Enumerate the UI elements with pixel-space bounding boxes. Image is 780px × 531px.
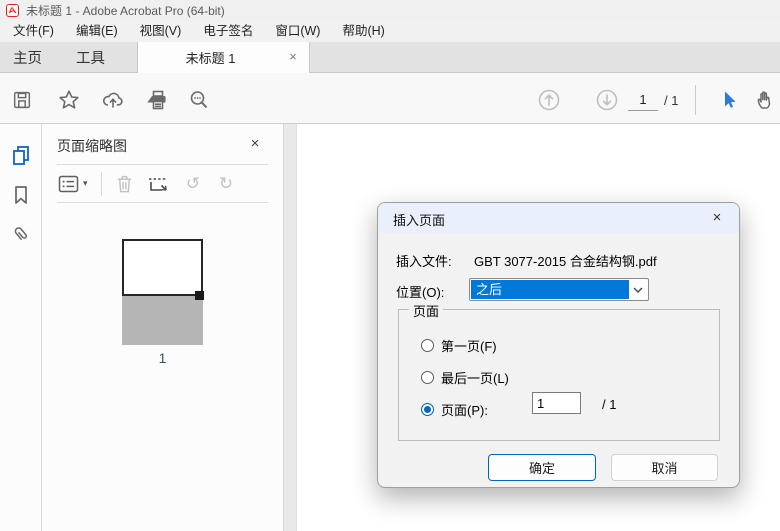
page-thumbnails-icon[interactable]	[10, 144, 32, 166]
page-count-label: / 1	[664, 93, 679, 108]
menu-file[interactable]: 文件(F)	[2, 21, 65, 42]
delete-pages-icon[interactable]	[112, 172, 136, 196]
insert-position-highlight	[122, 296, 203, 345]
panel-title: 页面缩略图	[57, 138, 127, 154]
thumbnail-options-icon[interactable]	[56, 172, 80, 196]
tab-bar: 主页 工具 未标题 1 ×	[0, 42, 780, 73]
tab-tools[interactable]: 工具	[76, 42, 105, 72]
insert-pages-dialog: 插入页面 × 插入文件: GBT 3077-2015 合金结构钢.pdf 位置(…	[377, 202, 740, 488]
page-1-thumbnail[interactable]	[122, 239, 203, 296]
save-icon[interactable]	[9, 87, 35, 113]
navigation-rail	[0, 124, 42, 531]
menu-window[interactable]: 窗口(W)	[264, 21, 331, 42]
star-icon[interactable]	[56, 87, 82, 113]
acrobat-window: 未标题 1 - Adobe Acrobat Pro (64-bit) 文件(F)…	[0, 0, 780, 531]
tab-home[interactable]: 主页	[13, 42, 42, 72]
menu-edit[interactable]: 编辑(E)	[65, 21, 129, 42]
rotate-cw-icon[interactable]: ↻	[214, 172, 238, 196]
attachments-icon[interactable]	[10, 223, 32, 245]
tab-document-label: 未标题 1	[185, 51, 236, 66]
radio-page-number[interactable]: 页面(P):	[421, 400, 488, 419]
location-selected-value: 之后	[471, 280, 629, 299]
menu-help[interactable]: 帮助(H)	[331, 21, 395, 42]
window-title: 未标题 1 - Adobe Acrobat Pro (64-bit)	[26, 4, 225, 18]
chevron-down-icon[interactable]	[632, 286, 644, 294]
panel-divider	[57, 164, 268, 165]
tab-close-icon[interactable]: ×	[285, 49, 301, 65]
select-tool-icon[interactable]	[716, 87, 742, 113]
ok-button[interactable]: 确定	[488, 454, 596, 481]
location-label: 位置(O):	[396, 285, 445, 300]
tab-document[interactable]: 未标题 1 ×	[138, 42, 310, 73]
page-group-box: 页面 第一页(F) 最后一页(L) 页面(P): / 1	[398, 301, 720, 441]
insert-file-name: GBT 3077-2015 合金结构钢.pdf	[474, 254, 657, 269]
radio-page-number-circle[interactable]	[421, 403, 434, 416]
radio-last-page-circle[interactable]	[421, 371, 434, 384]
dialog-title: 插入页面	[393, 213, 446, 228]
thumbnail-options-caret-icon[interactable]: ▾	[83, 178, 88, 189]
bookmarks-icon[interactable]	[10, 184, 32, 206]
radio-last-page[interactable]: 最后一页(L)	[421, 368, 509, 387]
acrobat-logo-icon	[6, 4, 19, 17]
rotate-ccw-icon[interactable]: ↺	[181, 172, 205, 196]
dialog-close-icon[interactable]: ×	[707, 208, 727, 228]
print-icon[interactable]	[145, 87, 171, 113]
window-titlebar: 未标题 1 - Adobe Acrobat Pro (64-bit)	[0, 0, 780, 21]
page-number-input[interactable]	[628, 89, 658, 111]
location-combobox[interactable]: 之后	[469, 278, 649, 301]
thumbnail-page-number: 1	[158, 350, 167, 366]
insert-file-label: 插入文件:	[396, 254, 452, 269]
menu-bar: 文件(F) 编辑(E) 视图(V) 电子签名 窗口(W) 帮助(H)	[0, 21, 780, 42]
search-zoom-icon[interactable]	[186, 87, 212, 113]
share-cloud-upload-icon[interactable]	[100, 87, 126, 113]
previous-page-icon[interactable]	[536, 87, 562, 113]
insert-position-handle	[195, 291, 204, 300]
toolbar-divider	[695, 85, 696, 115]
radio-first-page-circle[interactable]	[421, 339, 434, 352]
dialog-page-number-input[interactable]	[532, 392, 581, 414]
panel-divider	[57, 202, 268, 203]
next-page-icon[interactable]	[594, 87, 620, 113]
crop-pages-icon[interactable]	[146, 172, 170, 196]
hand-tool-icon[interactable]	[752, 87, 778, 113]
dialog-page-count-label: / 1	[602, 397, 617, 412]
panel-close-icon[interactable]: ×	[246, 135, 264, 153]
menu-esign[interactable]: 电子签名	[192, 21, 264, 42]
radio-first-page[interactable]: 第一页(F)	[421, 336, 497, 355]
panel-toolbar-divider	[101, 172, 102, 196]
page-thumbnails-panel: 页面缩略图 × ▾ ↺ ↻ 1	[42, 124, 283, 531]
cancel-button[interactable]: 取消	[611, 454, 718, 481]
menu-view[interactable]: 视图(V)	[129, 21, 193, 42]
page-group-label: 页面	[409, 301, 444, 320]
panel-splitter[interactable]	[283, 124, 297, 531]
main-toolbar: / 1	[0, 72, 780, 124]
